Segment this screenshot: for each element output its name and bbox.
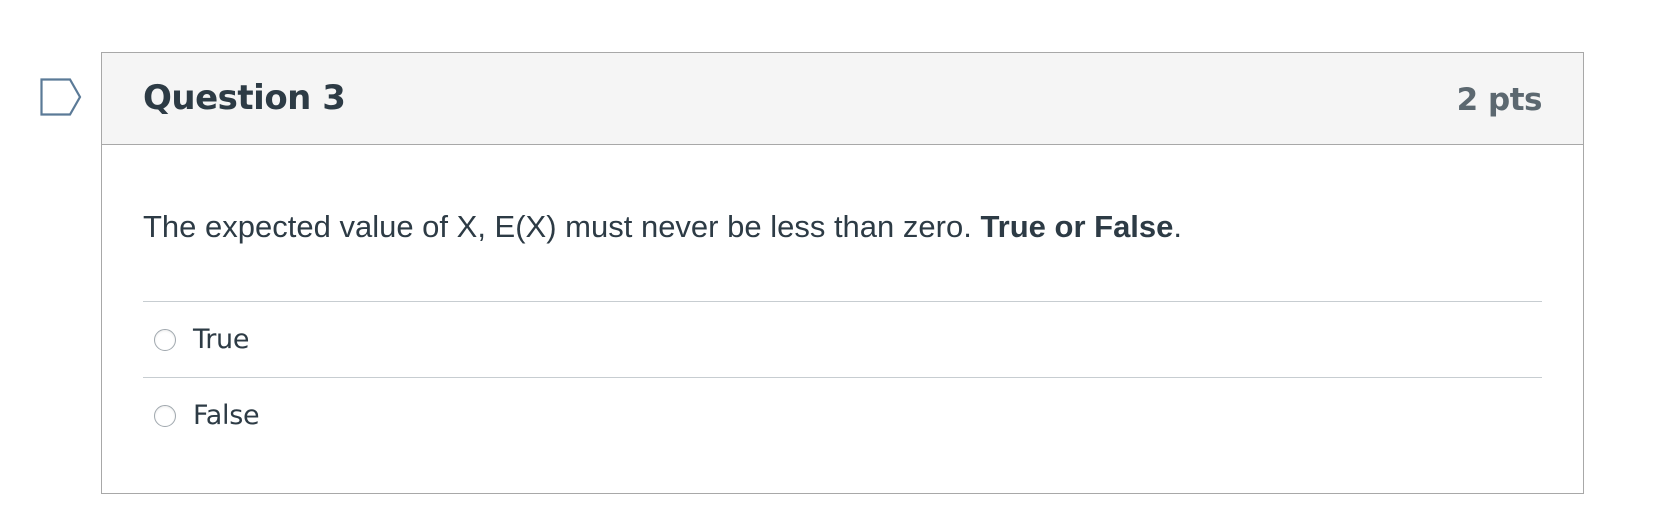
question-text-bold: True or False xyxy=(980,209,1174,244)
question-text-suffix: . xyxy=(1173,209,1183,244)
radio-button[interactable] xyxy=(154,404,176,427)
flag-question-icon[interactable] xyxy=(40,78,84,116)
radio-button[interactable] xyxy=(154,328,176,351)
question-text: The expected value of X, E(X) must never… xyxy=(143,206,1182,248)
question-text-prefix: The expected value of X, E(X) must never… xyxy=(143,209,981,244)
answer-option-true[interactable]: True xyxy=(143,301,1542,377)
answer-list: True False xyxy=(143,301,1542,453)
answer-option-false[interactable]: False xyxy=(143,377,1542,453)
question-card: Question 3 2 pts The expected value of X… xyxy=(101,52,1584,494)
question-points: 2 pts xyxy=(1456,82,1543,118)
question-header: Question 3 2 pts xyxy=(102,53,1583,145)
answer-label: True xyxy=(193,324,250,355)
question-title: Question 3 xyxy=(143,78,346,118)
answer-label: False xyxy=(193,400,260,431)
